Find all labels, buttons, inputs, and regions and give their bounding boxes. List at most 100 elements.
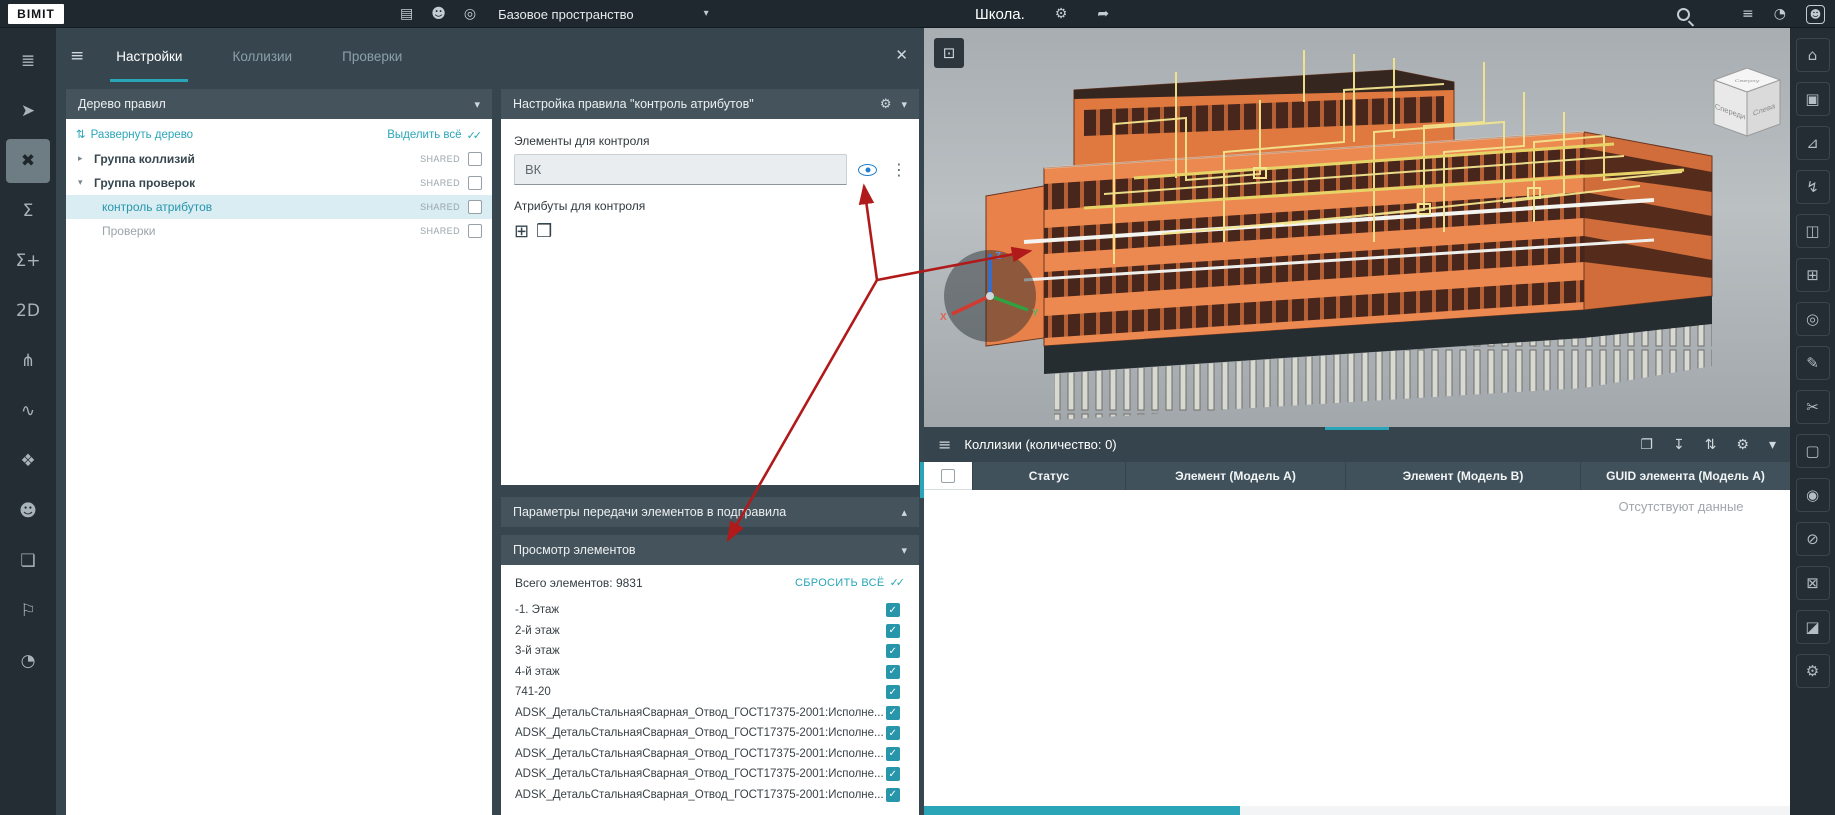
element-checkbox[interactable] <box>886 726 900 740</box>
element-list-item[interactable]: -1. Этаж <box>501 600 919 621</box>
shared-folder-icon[interactable]: ❏ <box>6 539 50 583</box>
rules-tree-header[interactable]: Дерево правил ▾ <box>66 89 492 119</box>
select-all-checkbox[interactable] <box>941 469 955 483</box>
rule-checkbox[interactable] <box>468 224 482 238</box>
rules-add-icon[interactable]: Σ+ <box>6 239 50 283</box>
column-header[interactable]: Статус <box>972 462 1125 490</box>
rules-sum-icon[interactable]: Σ <box>6 189 50 233</box>
section-box-icon[interactable]: ◫ <box>1796 214 1830 248</box>
column-header[interactable]: GUID элемента (Модель A) <box>1580 462 1790 490</box>
history-icon[interactable]: ◔ <box>1774 7 1786 21</box>
tree-caret-icon[interactable]: ▾ <box>78 179 94 188</box>
element-checkbox[interactable] <box>886 788 900 802</box>
settings-gear-icon[interactable]: ⚙ <box>1736 438 1749 452</box>
drawings-2d-icon[interactable]: 2D <box>6 289 50 333</box>
elements-view-header[interactable]: Просмотр элементов ▾ <box>501 535 919 565</box>
element-checkbox[interactable] <box>886 644 900 658</box>
measure-icon[interactable]: ⊿ <box>1796 126 1830 160</box>
tree-row[interactable]: ▾ Группа проверок SHARED <box>66 171 492 195</box>
eye-icon[interactable] <box>858 164 877 176</box>
viewport-3d[interactable]: ⊡ <box>924 28 1790 427</box>
share-icon[interactable]: ➦ <box>1097 7 1109 21</box>
fit-height-icon[interactable]: ↧ <box>1673 438 1685 452</box>
profile-icon[interactable]: ☻ <box>1806 5 1825 24</box>
sort-icon[interactable]: ⇅ <box>1705 438 1717 452</box>
tree-row[interactable]: Проверки SHARED <box>66 219 492 243</box>
section-plane-icon[interactable]: ✂ <box>1796 390 1830 424</box>
collapse-icon[interactable]: ▾ <box>1769 438 1776 452</box>
transparent-icon[interactable]: ◪ <box>1796 610 1830 644</box>
archive-icon[interactable]: ▤ <box>400 7 413 21</box>
panel-scrollbar-thumb[interactable] <box>920 462 924 498</box>
close-icon[interactable]: ✕ <box>895 48 908 63</box>
element-list-item[interactable]: 4-й этаж <box>501 662 919 683</box>
element-list-item[interactable]: 741-20 <box>501 682 919 703</box>
clash-detection-icon[interactable]: ✖ <box>6 139 50 183</box>
view-settings-icon[interactable]: ⚙ <box>1796 654 1830 688</box>
rule-checkbox[interactable] <box>468 176 482 190</box>
paste-attribute-button[interactable]: ❒ <box>536 223 552 241</box>
dashboard-icon[interactable]: ◔ <box>6 639 50 683</box>
select-region-icon[interactable]: ▢ <box>1796 434 1830 468</box>
grid-icon[interactable]: ⊞ <box>1796 258 1830 292</box>
element-checkbox[interactable] <box>886 767 900 781</box>
tab[interactable]: Коллизии <box>226 28 298 84</box>
search-icon[interactable] <box>1677 8 1690 21</box>
add-attribute-button[interactable]: ⊞ <box>514 223 529 241</box>
column-header[interactable]: Элемент (Модель A) <box>1125 462 1345 490</box>
horizontal-scrollbar[interactable] <box>924 806 1790 815</box>
screenshot-icon[interactable]: ▣ <box>1796 82 1830 116</box>
element-list-item[interactable]: ADSK_ДетальСтальнаяСварная_Отвод_ГОСТ173… <box>501 744 919 765</box>
rule-checkbox[interactable] <box>468 200 482 214</box>
group-copy-icon[interactable]: ❐ <box>1640 438 1653 452</box>
select-tool-icon[interactable]: ➤ <box>6 89 50 133</box>
hide-elements-icon[interactable]: ⊘ <box>1796 522 1830 556</box>
element-checkbox[interactable] <box>886 665 900 679</box>
element-checkbox[interactable] <box>886 624 900 638</box>
project-settings-icon[interactable]: ⚙ <box>1055 7 1068 21</box>
markup-icon[interactable]: ✎ <box>1796 346 1830 380</box>
structure-icon[interactable]: ⋔ <box>6 339 50 383</box>
collisions-menu-icon[interactable]: ≡ <box>938 437 951 453</box>
tab[interactable]: Настройки <box>110 28 188 84</box>
tree-caret-icon[interactable]: ▸ <box>78 155 94 164</box>
focus-icon[interactable]: ◎ <box>1796 302 1830 336</box>
charts-icon[interactable]: ∿ <box>6 389 50 433</box>
rule-checkbox[interactable] <box>468 152 482 166</box>
expand-tree-link[interactable]: ⇅ Развернуть дерево <box>76 129 193 141</box>
menu-list-icon[interactable]: ≡ <box>1742 7 1754 21</box>
element-checkbox[interactable] <box>886 603 900 617</box>
collaboration-icon[interactable]: ☻ <box>431 7 446 21</box>
gear-icon[interactable]: ⚙ <box>880 98 892 111</box>
clash-flash-icon[interactable]: ↯ <box>1796 170 1830 204</box>
kebab-menu-icon[interactable]: ⋮ <box>891 162 907 178</box>
home-view-icon[interactable]: ⌂ <box>1796 38 1830 72</box>
sync-icon[interactable]: ◎ <box>464 7 476 21</box>
fullscreen-icon[interactable]: ⊡ <box>934 38 964 68</box>
show-elements-icon[interactable]: ◉ <box>1796 478 1830 512</box>
element-list-item[interactable]: ADSK_ДетальСтальнаяСварная_Отвод_ГОСТ173… <box>501 764 919 785</box>
model-tree-icon[interactable]: ≣ <box>6 39 50 83</box>
element-checkbox[interactable] <box>886 685 900 699</box>
transfer-params-header[interactable]: Параметры передачи элементов в подправил… <box>501 497 919 527</box>
select-all-link[interactable]: Выделить всё ✓✓ <box>387 129 482 141</box>
element-checkbox[interactable] <box>886 747 900 761</box>
rule-settings-header[interactable]: Настройка правила "контроль атрибутов" ⚙… <box>501 89 919 119</box>
panel-menu-icon[interactable]: ≡ <box>70 48 84 65</box>
elements-filter-input[interactable] <box>514 154 847 185</box>
column-header[interactable]: Элемент (Модель B) <box>1345 462 1580 490</box>
users-icon[interactable]: ☻ <box>6 489 50 533</box>
tree-row[interactable]: ▸ Группа коллизий SHARED <box>66 147 492 171</box>
view-cube[interactable]: Спереди Слева Сверху <box>1714 68 1780 136</box>
reset-all-link[interactable]: СБРОСИТЬ ВСЁ ✓✓ <box>795 577 905 589</box>
element-checkbox[interactable] <box>886 706 900 720</box>
element-list-item[interactable]: ADSK_ДетальСтальнаяСварная_Отвод_ГОСТ173… <box>501 785 919 806</box>
element-list-item[interactable]: 3-й этаж <box>501 641 919 662</box>
element-list-item[interactable]: ADSK_ДетальСтальнаяСварная_Отвод_ГОСТ173… <box>501 703 919 724</box>
tree-row[interactable]: контроль атрибутов SHARED <box>66 195 492 219</box>
tab[interactable]: Проверки <box>336 28 408 84</box>
plugins-icon[interactable]: ❖ <box>6 439 50 483</box>
panel-resize-handle[interactable] <box>1325 427 1389 430</box>
element-list-item[interactable]: 2-й этаж <box>501 621 919 642</box>
isolate-icon[interactable]: ⊠ <box>1796 566 1830 600</box>
